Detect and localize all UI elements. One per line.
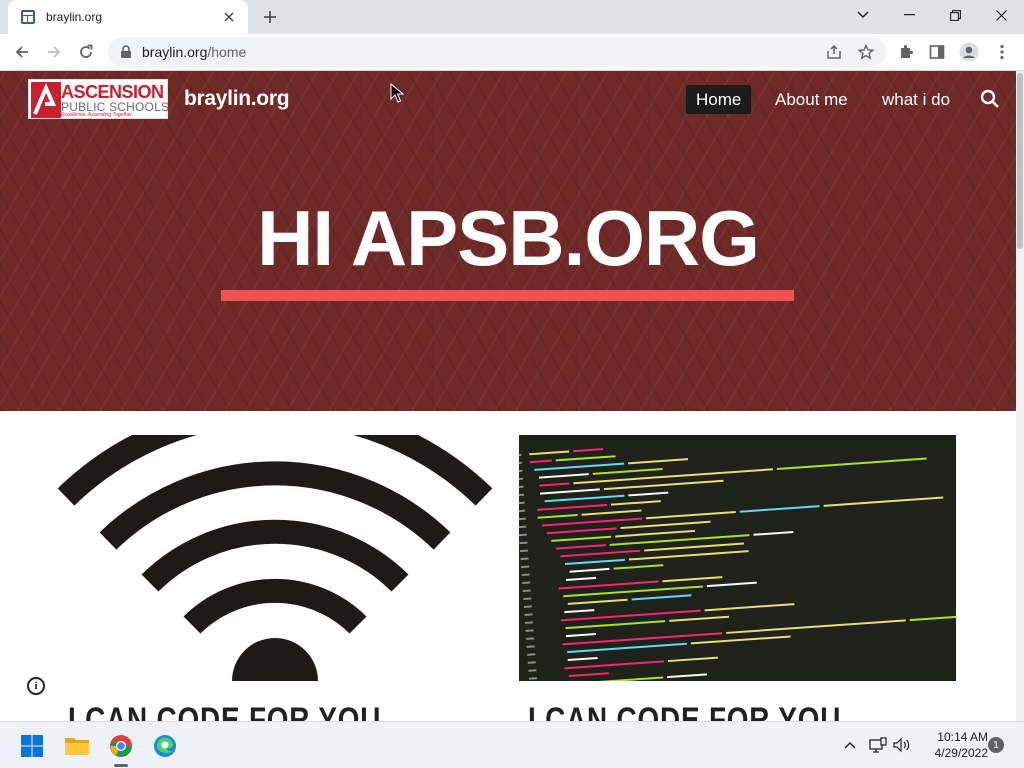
lock-icon[interactable] — [120, 45, 132, 59]
network-icon[interactable] — [867, 734, 889, 756]
bookmark-star-icon[interactable] — [856, 42, 876, 62]
share-icon[interactable] — [824, 42, 844, 62]
extensions-icon[interactable] — [895, 41, 917, 63]
web-page: ASCENSION PUBLIC SCHOOLS Excellence. Asc… — [0, 71, 1016, 721]
clock-date: 4/29/2022 — [934, 746, 988, 760]
tab-search-icon[interactable] — [840, 0, 886, 30]
info-icon[interactable]: i — [27, 677, 45, 695]
chrome-taskbar-button[interactable] — [105, 730, 137, 762]
site-title[interactable]: braylin.org — [184, 87, 290, 111]
new-tab-button[interactable] — [258, 6, 282, 28]
nav-what-i-do[interactable]: what i do — [872, 85, 960, 114]
nav-home[interactable]: Home — [686, 85, 752, 114]
folder-icon — [65, 738, 89, 755]
chrome-icon — [110, 735, 132, 757]
side-panel-icon[interactable] — [926, 41, 948, 63]
site-favicon-icon — [21, 10, 35, 24]
close-window-button[interactable] — [978, 0, 1024, 30]
address-bar[interactable]: braylin.org/home — [108, 37, 886, 67]
show-hidden-icons-chevron-icon[interactable] — [839, 734, 861, 756]
code-screenshot-image[interactable] — [519, 435, 956, 681]
restore-button[interactable] — [932, 0, 978, 30]
edge-taskbar-button[interactable] — [149, 730, 181, 762]
card-title-right[interactable]: I CAN CODE FOR YOU — [528, 701, 841, 721]
start-button[interactable] — [16, 730, 48, 762]
mouse-cursor-icon — [390, 83, 404, 103]
profile-avatar-icon[interactable] — [958, 41, 980, 63]
browser-toolbar: braylin.org/home — [0, 34, 1024, 71]
url-path: /home — [207, 44, 247, 60]
search-icon[interactable] — [979, 88, 1001, 110]
page-scrollbar[interactable] — [1016, 71, 1024, 721]
forward-button[interactable] — [40, 38, 68, 66]
logo-tagline: Excellence. Ascending Together. — [61, 112, 134, 118]
reload-button[interactable] — [72, 38, 100, 66]
minimize-button[interactable] — [886, 0, 932, 30]
close-tab-icon[interactable] — [220, 8, 238, 26]
wifi-image[interactable] — [52, 400, 498, 681]
url-host: braylin.org — [142, 44, 208, 60]
windows-taskbar: 10:14 AM 4/29/2022 1 — [0, 721, 1024, 768]
hero-accent-bar — [221, 290, 794, 301]
volume-icon[interactable] — [891, 734, 913, 756]
code-lines-graphic — [519, 448, 956, 681]
browser-tab[interactable]: braylin.org — [8, 0, 248, 34]
wifi-icon — [57, 400, 493, 681]
browser-menu-icon[interactable] — [991, 41, 1013, 63]
nav-about-me[interactable]: About me — [765, 85, 858, 114]
browser-tab-strip: braylin.org — [0, 0, 1024, 34]
scrollbar-thumb[interactable] — [1017, 73, 1023, 249]
tab-title: braylin.org — [46, 10, 103, 24]
logo-mark-icon — [31, 82, 61, 118]
chrome-active-indicator — [114, 764, 128, 767]
url-text: braylin.org/home — [142, 44, 246, 60]
site-logo[interactable]: ASCENSION PUBLIC SCHOOLS Excellence. Asc… — [28, 79, 169, 119]
back-button[interactable] — [8, 38, 36, 66]
clock-time: 10:14 AM — [937, 730, 988, 744]
edge-icon — [154, 735, 176, 757]
hero-title: HI APSB.ORG — [257, 194, 760, 282]
windows-logo-icon — [21, 735, 43, 757]
card-title-left[interactable]: I CAN CODE FOR YOU — [68, 701, 381, 721]
file-explorer-button[interactable] — [61, 730, 93, 762]
notification-badge[interactable]: 1 — [988, 737, 1004, 753]
system-clock[interactable]: 10:14 AM 4/29/2022 — [918, 729, 988, 761]
hero-banner: ASCENSION PUBLIC SCHOOLS Excellence. Asc… — [0, 71, 1016, 411]
